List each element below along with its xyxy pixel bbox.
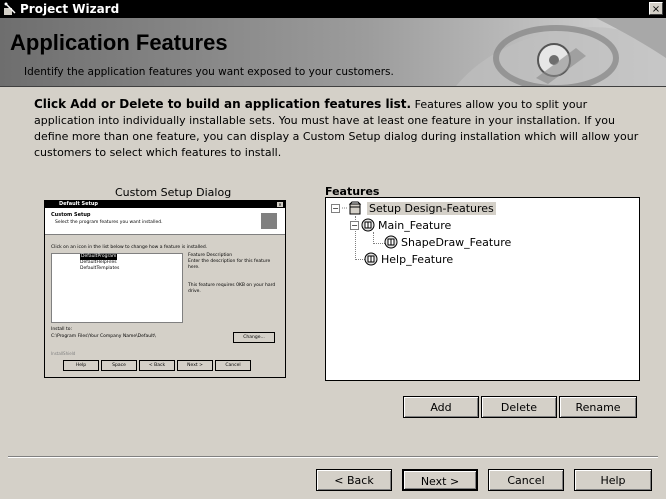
banner-title: Application Features [10, 30, 228, 55]
preview-cancel-button: Cancel [215, 360, 251, 371]
banner-subtitle: Identify the application features you wa… [24, 66, 394, 78]
preview-buttons: Help Space < Back Next > Cancel [63, 360, 251, 371]
preview-header-subtitle: Select the program features you want ins… [55, 220, 163, 225]
tree-node-label: Main_Feature [378, 218, 452, 232]
cancel-button[interactable]: Cancel [488, 469, 564, 491]
window-title: Project Wizard [20, 2, 120, 16]
tree-node-root[interactable]: − Setup Design-Features [331, 200, 496, 216]
help-button[interactable]: Help [574, 469, 652, 491]
feature-icon [384, 235, 398, 249]
setup-package-icon [342, 201, 362, 215]
add-button[interactable]: Add [403, 396, 479, 418]
preview-item: DefaultTemplates [80, 266, 120, 271]
preview-feature-tree: DefaultProgram DefaultHelpFiles DefaultT… [51, 253, 183, 323]
footer-divider [8, 456, 658, 458]
custom-setup-preview: Default Setup × Custom Setup Select the … [44, 200, 286, 378]
next-button[interactable]: Next > [402, 469, 478, 491]
tree-node-label: Help_Feature [381, 252, 454, 266]
preview-install-to-label: Install to: [51, 327, 73, 332]
back-button[interactable]: < Back [316, 469, 392, 491]
preview-change-button: Change... [233, 332, 275, 343]
preview-title: Default Setup [59, 201, 99, 207]
tree-node-label: Setup Design-Features [367, 201, 496, 215]
preview-setup-icon [261, 213, 277, 229]
preview-help-button: Help [63, 360, 99, 371]
rename-button[interactable]: Rename [559, 396, 637, 418]
tree-node-main-feature[interactable]: − Main_Feature [350, 217, 451, 233]
title-bar: Project Wizard × [0, 0, 666, 18]
preview-brand: InstallShield [51, 351, 76, 356]
banner-art-icon [456, 18, 666, 86]
features-tree[interactable]: − Setup Design-Features − Main_Feature S… [325, 197, 640, 381]
tree-node-help-feature[interactable]: Help_Feature [364, 251, 453, 267]
preview-header-title: Custom Setup [51, 212, 91, 218]
preview-header: Custom Setup Select the program features… [45, 208, 285, 235]
tree-node-shapedraw-feature[interactable]: ShapeDraw_Feature [384, 234, 511, 250]
close-button[interactable]: × [649, 2, 663, 15]
preview-close-icon: × [277, 202, 283, 207]
instructions-heading: Click Add or Delete to build an applicat… [34, 97, 412, 111]
preview-feature-description: Feature Description Enter the descriptio… [188, 253, 276, 294]
instructions: Click Add or Delete to build an applicat… [34, 96, 649, 161]
preview-instruction: Click on an icon in the list below to ch… [51, 245, 208, 250]
wizard-banner: Application Features Identify the applic… [0, 18, 666, 87]
collapse-icon[interactable]: − [331, 203, 340, 213]
feature-icon [361, 218, 375, 232]
preview-back-button: < Back [139, 360, 175, 371]
tree-node-label: ShapeDraw_Feature [401, 235, 512, 249]
preview-space-button: Space [101, 360, 137, 371]
feature-icon [364, 252, 378, 266]
preview-next-button: Next > [177, 360, 213, 371]
collapse-icon[interactable]: − [350, 220, 359, 230]
delete-button[interactable]: Delete [481, 396, 557, 418]
preview-install-path: C:\Program Files\Your Company Name\Defau… [51, 334, 156, 339]
custom-setup-label: Custom Setup Dialog [115, 186, 232, 199]
wizard-icon [4, 2, 16, 15]
preview-title-bar: Default Setup × [45, 201, 285, 208]
